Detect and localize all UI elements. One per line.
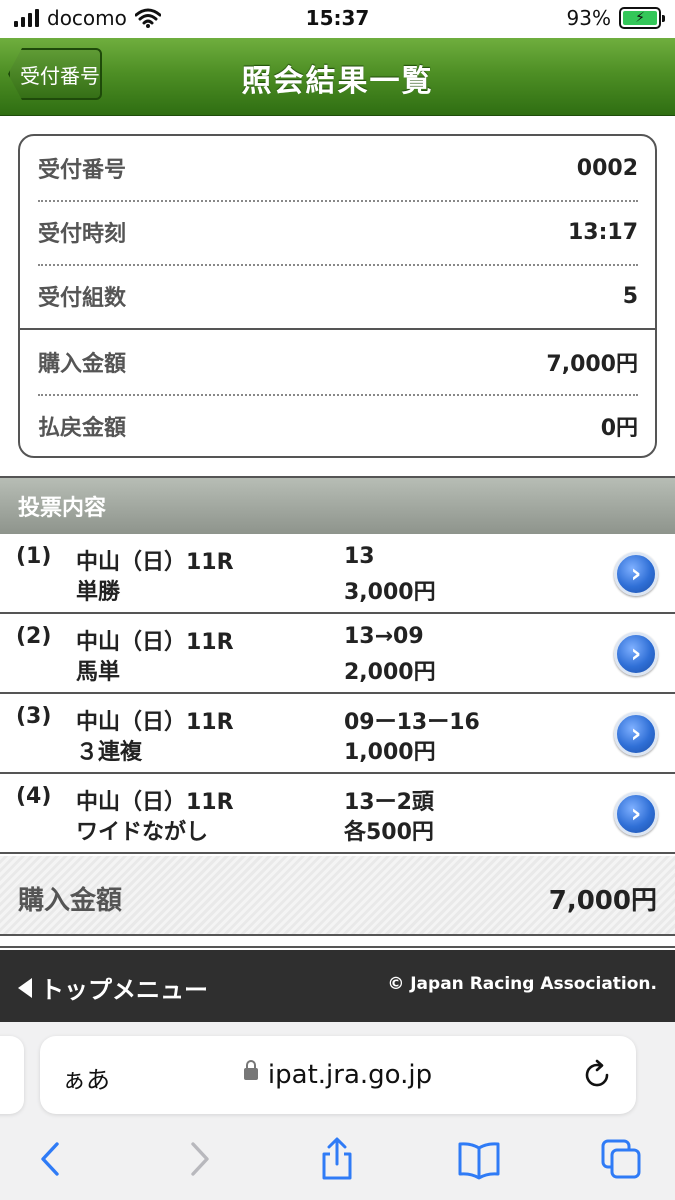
ticket-bet-type: ３連複 — [76, 740, 143, 765]
ticket-race: 中山（日）11R — [76, 630, 234, 655]
bookmarks-icon[interactable] — [456, 1136, 502, 1182]
summary-label: 受付組数 — [38, 286, 127, 311]
ticket-bet-type: ワイドながし — [76, 820, 209, 845]
total-value: 7,000円 — [548, 886, 657, 916]
page-title: 照会結果一覧 — [241, 64, 434, 99]
summary-box: 受付番号 0002 受付時刻 13:17 受付組数 5 購入金額 7,000円 … — [18, 134, 657, 458]
ticket-number: (4) — [16, 784, 52, 809]
ticket-amount: 1,000円 — [344, 740, 436, 765]
chevron-right-icon[interactable]: › — [614, 552, 658, 596]
forward-arrow-icon[interactable] — [176, 1136, 222, 1182]
summary-value: 13:17 — [567, 219, 638, 245]
top-menu-link[interactable]: トップメニュー — [18, 970, 208, 1005]
battery-icon: ⚡ — [619, 7, 665, 29]
summary-label: 受付番号 — [38, 158, 127, 183]
ticket-amount: 2,000円 — [344, 660, 436, 685]
summary-label: 購入金額 — [38, 352, 127, 377]
ticket-race: 中山（日）11R — [76, 790, 234, 815]
ticket-row[interactable]: (1) 中山（日）11R 単勝 13 3,000円 › — [0, 534, 675, 614]
battery-percent: 93% — [566, 6, 611, 30]
summary-row-payout-amount: 払戻金額 0円 — [38, 394, 638, 458]
total-label: 購入金額 — [18, 886, 123, 916]
summary-value: 0002 — [576, 155, 638, 181]
ticket-combination: 09ー13ー16 — [344, 710, 480, 735]
ticket-race: 中山（日）11R — [76, 710, 234, 735]
reload-icon[interactable] — [580, 1058, 614, 1092]
chevron-right-icon[interactable]: › — [614, 712, 658, 756]
top-menu-label: トップメニュー — [40, 976, 208, 1004]
chevron-right-icon[interactable]: › — [614, 632, 658, 676]
summary-row-set-count: 受付組数 5 — [38, 264, 638, 328]
ticket-bet-type: 馬単 — [76, 660, 121, 685]
share-icon[interactable] — [314, 1136, 360, 1182]
summary-value: 0円 — [600, 416, 638, 441]
address-bar[interactable]: ぁあ ipat.jra.go.jp — [40, 1036, 636, 1114]
ticket-number: (3) — [16, 704, 52, 729]
ticket-row[interactable]: (2) 中山（日）11R 馬単 13→09 2,000円 › — [0, 614, 675, 694]
footer: トップメニュー © Japan Racing Association. — [0, 950, 675, 1022]
ticket-combination: 13→09 — [344, 624, 424, 649]
ticket-combination: 13 — [344, 544, 375, 569]
chevron-right-icon[interactable]: › — [614, 792, 658, 836]
ticket-amount: 3,000円 — [344, 580, 436, 605]
divider — [0, 946, 675, 948]
ticket-number: (2) — [16, 624, 52, 649]
previous-tab-card[interactable] — [0, 1036, 24, 1114]
summary-value: 5 — [622, 283, 638, 309]
copyright: © Japan Racing Association. — [387, 974, 657, 994]
summary-row-receipt-time: 受付時刻 13:17 — [38, 200, 638, 264]
ticket-row[interactable]: (4) 中山（日）11R ワイドながし 13ー2頭 各500円 › — [0, 774, 675, 854]
status-right: 93% ⚡ — [566, 6, 665, 30]
section-header: 投票内容 — [0, 476, 675, 534]
summary-label: 払戻金額 — [38, 416, 127, 441]
ticket-amount: 各500円 — [344, 820, 434, 845]
browser-toolbar: ぁあ ipat.jra.go.jp — [0, 1022, 675, 1200]
summary-row-purchase-amount: 購入金額 7,000円 — [38, 330, 638, 394]
ticket-combination: 13ー2頭 — [344, 790, 434, 815]
back-arrow-icon[interactable] — [28, 1136, 74, 1182]
tabs-icon[interactable] — [598, 1136, 644, 1182]
lock-icon — [243, 1059, 258, 1080]
summary-row-receipt-no: 受付番号 0002 — [38, 136, 638, 200]
app-header: 受付番号 照会結果一覧 — [0, 38, 675, 116]
ticket-number: (1) — [16, 544, 52, 569]
ticket-row[interactable]: (3) 中山（日）11R ３連複 09ー13ー16 1,000円 › — [0, 694, 675, 774]
ticket-race: 中山（日）11R — [76, 550, 234, 575]
summary-value: 7,000円 — [546, 352, 638, 377]
total-row: 購入金額 7,000円 — [0, 856, 675, 936]
summary-label: 受付時刻 — [38, 222, 127, 247]
url-display[interactable]: ipat.jra.go.jp — [40, 1059, 636, 1090]
browser-nav-bar — [0, 1130, 675, 1190]
ticket-bet-type: 単勝 — [76, 580, 121, 605]
url-text: ipat.jra.go.jp — [267, 1060, 433, 1090]
triangle-left-icon — [18, 977, 32, 998]
status-bar: docomo 15:37 93% ⚡ — [0, 0, 675, 38]
